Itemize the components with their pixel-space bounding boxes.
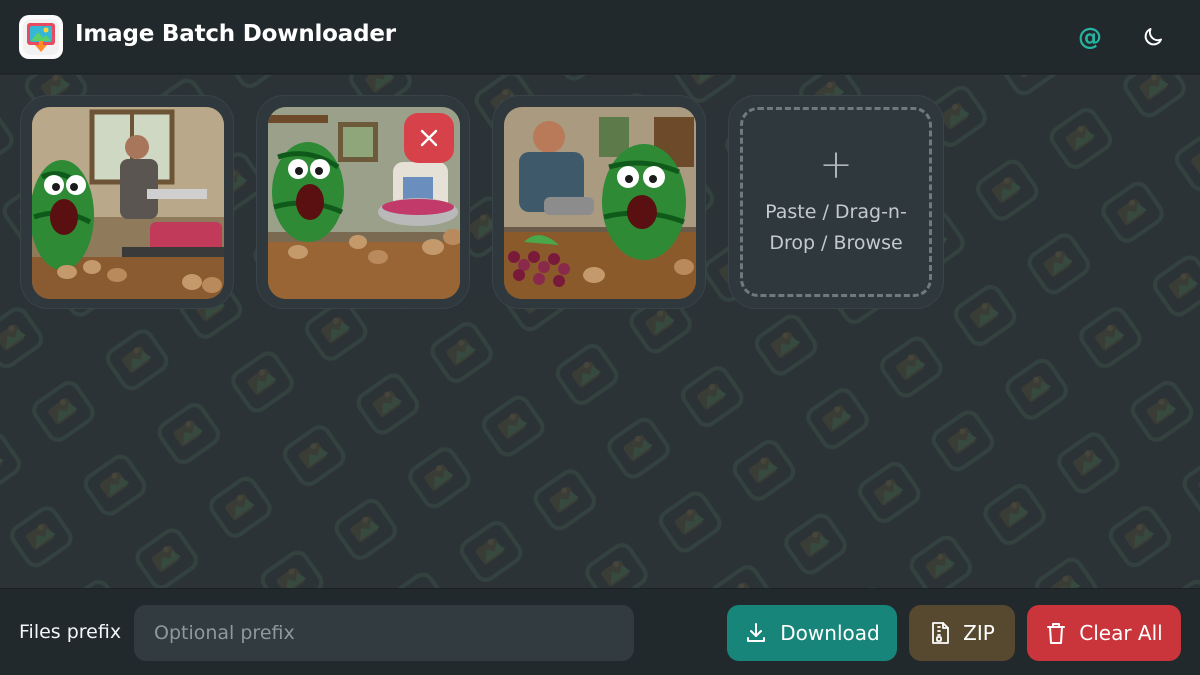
close-icon — [420, 129, 438, 147]
zip-file-icon — [932, 622, 950, 644]
thumbnail-image — [268, 107, 460, 299]
plus-icon: + — [819, 142, 853, 188]
image-thumbnail-card[interactable] — [20, 95, 234, 309]
drop-zone-label: Paste / Drag-n-Drop / Browse — [765, 201, 907, 254]
download-button[interactable]: Download — [727, 605, 897, 661]
clear-all-button[interactable]: Clear All — [1027, 605, 1181, 661]
download-icon — [747, 623, 766, 642]
files-prefix-label: Files prefix — [19, 621, 122, 643]
thumbnail-image — [504, 107, 696, 299]
zip-button[interactable]: ZIP — [909, 605, 1015, 661]
remove-image-button[interactable] — [404, 113, 454, 163]
app-logo-icon — [19, 15, 63, 59]
thumbnail-image — [32, 107, 224, 299]
clear-all-label: Clear All — [1079, 621, 1163, 645]
zip-label: ZIP — [963, 621, 995, 645]
files-prefix-input[interactable] — [134, 605, 634, 661]
at-sign-icon[interactable]: @ — [1073, 20, 1107, 54]
drop-zone-card[interactable]: + Paste / Drag-n-Drop / Browse — [728, 95, 944, 309]
app-header: Image Batch Downloader @ — [0, 0, 1200, 74]
moon-icon[interactable] — [1136, 20, 1170, 54]
footer-toolbar: Files prefix Download ZIP Clear All — [0, 588, 1200, 675]
trash-icon — [1047, 623, 1066, 644]
image-thumbnail-card[interactable] — [492, 95, 706, 309]
download-label: Download — [780, 621, 880, 645]
image-thumbnail-card[interactable] — [256, 95, 470, 309]
app-title: Image Batch Downloader — [75, 21, 396, 47]
drop-zone[interactable]: + Paste / Drag-n-Drop / Browse — [740, 107, 932, 297]
image-gallery[interactable]: + Paste / Drag-n-Drop / Browse — [0, 75, 1200, 588]
